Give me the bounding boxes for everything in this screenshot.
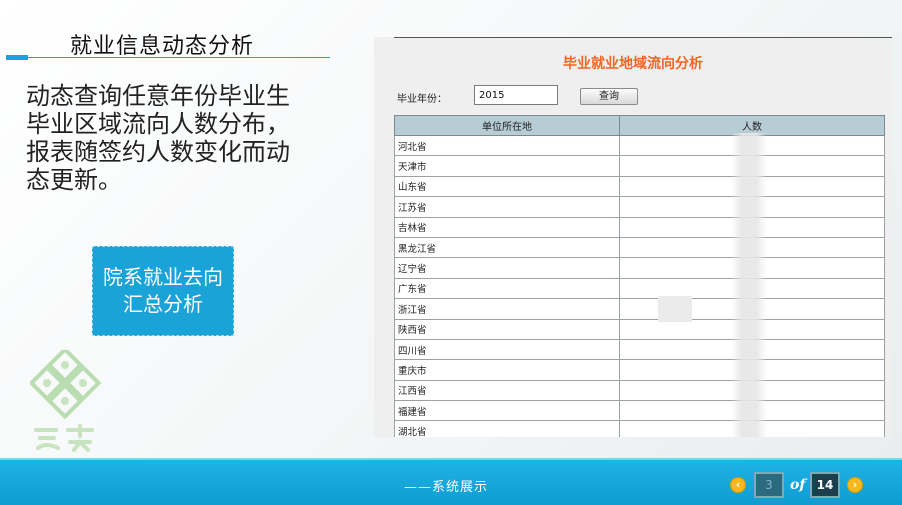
title-underline: [28, 57, 330, 58]
region-flow-table: 单位所在地 人数 河北省 天津市 山东省 江苏省 吉林省 黑龙江省 辽宁省 广东…: [394, 115, 885, 437]
location-cell: 天津市: [394, 155, 620, 177]
year-input[interactable]: [474, 85, 558, 105]
location-cell: 江苏省: [394, 196, 620, 218]
report-screenshot-panel: 毕业就业地域流向分析 毕业年份： 查询 单位所在地 人数 河北省 天津市 山东省…: [374, 37, 892, 437]
location-cell: 浙江省: [394, 298, 620, 320]
callout-box[interactable]: 院系就业去向汇总分析: [92, 246, 234, 336]
table-row: 浙江省: [394, 298, 885, 320]
chevron-right-icon[interactable]: ›: [847, 477, 863, 493]
location-cell: 辽宁省: [394, 257, 620, 279]
table-row: 河北省: [394, 134, 885, 157]
table-row: 山东省: [394, 175, 885, 198]
table-row: 湖北省: [394, 420, 885, 437]
report-title: 毕业就业地域流向分析: [563, 56, 703, 72]
clover-logo-icon: [28, 346, 102, 455]
total-pages-indicator: 14: [810, 472, 840, 498]
location-cell: 黑龙江省: [394, 236, 620, 259]
table-row: 辽宁省: [394, 257, 885, 279]
location-cell: 广东省: [394, 277, 620, 300]
column-header-location: 单位所在地: [394, 115, 620, 136]
year-label: 毕业年份：: [397, 94, 447, 105]
location-cell: 江西省: [394, 379, 620, 402]
of-label: of: [790, 477, 806, 493]
location-cell: 湖北省: [394, 420, 620, 437]
footer-caption: ——系统展示: [404, 480, 489, 495]
table-row: 重庆市: [394, 359, 885, 381]
table-row: 江苏省: [394, 196, 885, 218]
location-cell: 陕西省: [394, 318, 620, 340]
table-row: 天津市: [394, 155, 885, 177]
location-cell: 四川省: [394, 338, 620, 361]
title-accent-bar: [6, 55, 28, 60]
current-page-indicator[interactable]: 3: [754, 472, 784, 498]
location-cell: 吉林省: [394, 216, 620, 238]
location-cell: 重庆市: [394, 359, 620, 381]
table-row: 陕西省: [394, 318, 885, 340]
panel-top-rule: [394, 37, 892, 38]
location-cell: 福建省: [394, 400, 620, 422]
table-row: 吉林省: [394, 216, 885, 238]
redacted-count-column: [731, 133, 767, 437]
table-row: 福建省: [394, 400, 885, 422]
slide-title: 就业信息动态分析: [70, 34, 255, 59]
callout-text: 院系就业去向汇总分析: [103, 265, 223, 316]
query-button[interactable]: 查询: [580, 88, 638, 105]
redacted-patch: [658, 296, 692, 322]
chevron-left-icon[interactable]: ‹: [730, 477, 746, 493]
table-row: 江西省: [394, 379, 885, 402]
table-row: 黑龙江省: [394, 236, 885, 259]
table-row: 四川省: [394, 338, 885, 361]
table-row: 广东省: [394, 277, 885, 300]
slide-description: 动态查询任意年份毕业生毕业区域流向人数分布，报表随签约人数变化而动态更新。: [26, 82, 290, 194]
location-cell: 河北省: [394, 134, 620, 157]
location-cell: 山东省: [394, 175, 620, 198]
